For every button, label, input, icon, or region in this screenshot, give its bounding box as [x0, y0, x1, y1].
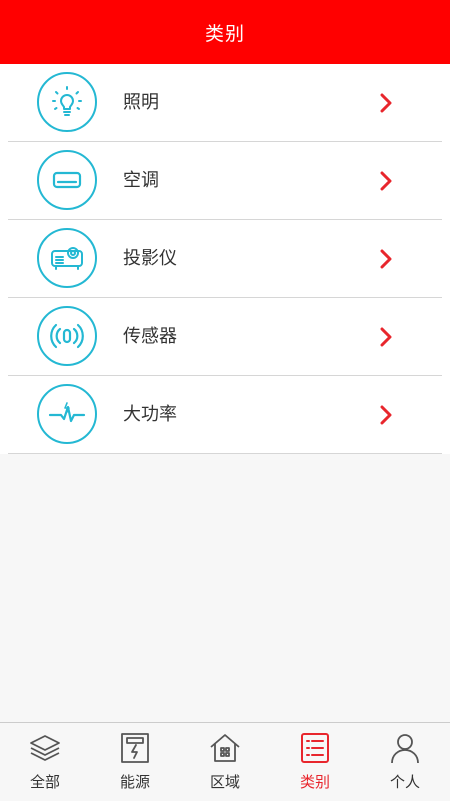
category-label: 空调	[123, 170, 159, 191]
tab-label: 个人	[389, 773, 420, 791]
user-icon	[388, 731, 422, 765]
category-label: 照明	[123, 92, 159, 113]
tab-label: 区域	[209, 773, 240, 791]
app-header: 类别	[0, 0, 450, 64]
category-label: 传感器	[123, 326, 177, 347]
tab-area[interactable]: 区域	[180, 723, 270, 801]
home-icon	[208, 731, 242, 765]
chevron-right-icon	[380, 327, 392, 347]
chevron-right-icon	[380, 249, 392, 269]
category-item-projector[interactable]: 投影仪	[0, 220, 450, 298]
tab-label: 全部	[29, 773, 60, 791]
chevron-right-icon	[380, 405, 392, 425]
category-item-air-conditioner[interactable]: 空调	[0, 142, 450, 220]
category-item-sensor[interactable]: 传感器	[0, 298, 450, 376]
power-wave-icon	[37, 384, 97, 444]
projector-icon	[37, 228, 97, 288]
list-icon	[298, 731, 332, 765]
tab-all[interactable]: 全部	[0, 723, 90, 801]
sensor-icon	[37, 306, 97, 366]
category-label: 大功率	[123, 404, 177, 425]
tab-energy[interactable]: 能源	[90, 723, 180, 801]
tab-category[interactable]: 类别	[270, 723, 360, 801]
energy-meter-icon	[118, 731, 152, 765]
category-label: 投影仪	[123, 248, 177, 269]
category-list: 照明 空调 投影仪 传感器 大功率	[0, 64, 450, 454]
tab-personal[interactable]: 个人	[360, 723, 450, 801]
air-conditioner-icon	[37, 150, 97, 210]
chevron-right-icon	[380, 93, 392, 113]
tab-label: 能源	[119, 773, 150, 791]
page-title: 类别	[204, 22, 245, 45]
tab-label: 类别	[299, 773, 330, 791]
chevron-right-icon	[380, 171, 392, 191]
bottom-tab-bar: 全部 能源 区域 类别 个人	[0, 722, 450, 801]
light-bulb-icon	[37, 72, 97, 132]
category-item-lighting[interactable]: 照明	[0, 64, 450, 142]
layers-icon	[28, 731, 62, 765]
category-item-high-power[interactable]: 大功率	[0, 376, 450, 454]
